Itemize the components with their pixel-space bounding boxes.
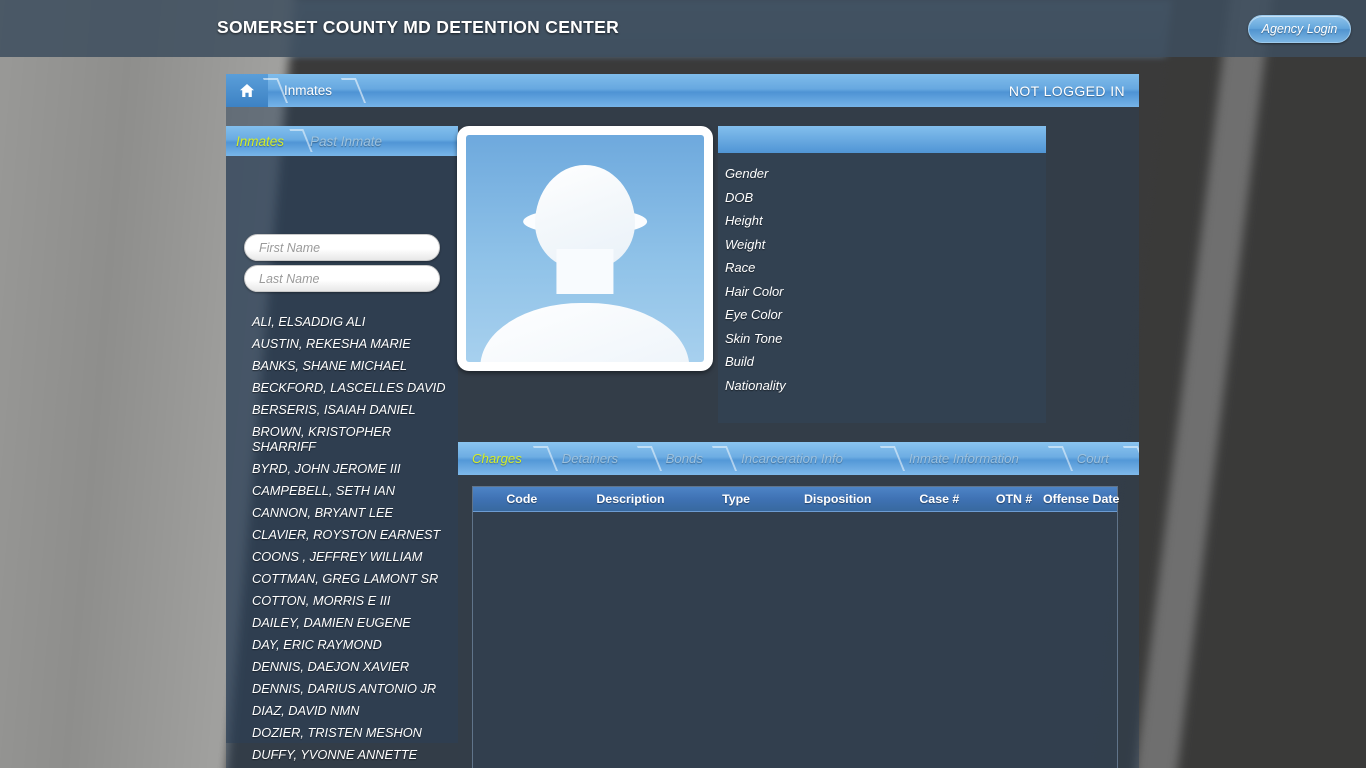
info-field-dob: DOB bbox=[725, 189, 754, 205]
agency-login-button[interactable]: Agency Login bbox=[1248, 15, 1351, 43]
breadcrumb: Inmates NOT LOGGED IN bbox=[226, 74, 1139, 107]
column-header[interactable]: Case # bbox=[894, 492, 986, 506]
column-header[interactable]: Description bbox=[571, 492, 691, 506]
tab-chevron-icon bbox=[636, 446, 662, 471]
list-item[interactable]: BECKFORD, LASCELLES DAVID bbox=[226, 376, 458, 398]
list-item[interactable]: AUSTIN, REKESHA MARIE bbox=[226, 332, 458, 354]
tab-past-inmate[interactable]: Past Inmate bbox=[310, 126, 382, 156]
list-item[interactable]: DAILEY, DAMIEN EUGENE bbox=[226, 611, 458, 633]
list-item[interactable]: COTTMAN, GREG LAMONT SR bbox=[226, 567, 458, 589]
info-field-hair-color: Hair Color bbox=[725, 283, 784, 299]
info-field-nationality: Nationality bbox=[725, 377, 786, 393]
main-content-panel: Inmates NOT LOGGED IN Inmates Past Inmat… bbox=[226, 74, 1139, 768]
avatar-neck bbox=[556, 248, 614, 294]
charges-table-body bbox=[473, 512, 1117, 768]
default-avatar-silhouette-icon bbox=[466, 135, 704, 362]
inmate-sidebar: Inmates Past Inmate ALI, ELSADDIG ALIAUS… bbox=[226, 126, 458, 762]
column-header[interactable]: OTN # bbox=[985, 492, 1043, 506]
list-item[interactable]: CLAVIER, ROYSTON EARNEST bbox=[226, 523, 458, 545]
page-header: SOMERSET COUNTY MD DETENTION CENTER Agen… bbox=[0, 0, 1366, 57]
login-status-text: NOT LOGGED IN bbox=[1008, 82, 1125, 99]
column-header[interactable]: Offense Date bbox=[1043, 492, 1119, 506]
info-field-gender: Gender bbox=[725, 166, 769, 181]
info-field-build: Build bbox=[725, 354, 754, 369]
detail-tab-bar: Charges Detainers Bonds Incarceration Info I… bbox=[458, 442, 1139, 475]
list-item[interactable]: COONS , JEFFREY WILLIAM bbox=[226, 545, 458, 567]
tab-chevron-icon bbox=[532, 446, 558, 471]
list-item[interactable]: BERSERIS, ISAIAH DANIEL bbox=[226, 398, 458, 420]
tab-chevron-icon bbox=[1123, 446, 1139, 471]
list-item[interactable]: DENNIS, DAEJON XAVIER bbox=[226, 655, 458, 677]
column-header[interactable]: Code bbox=[473, 492, 571, 506]
inmate-info-panel: Gender DOB Height Weight Race Hair Color Eye C… bbox=[718, 153, 1046, 423]
info-field-height: Height bbox=[725, 213, 763, 228]
tab-inmate-information[interactable]: Inmate Information bbox=[909, 442, 1019, 475]
info-field-race: Race bbox=[725, 260, 756, 275]
list-item[interactable]: CANNON, BRYANT LEE bbox=[226, 501, 458, 523]
avatar-shoulders bbox=[480, 302, 690, 362]
info-field-skin-tone: Skin Tone bbox=[725, 330, 783, 346]
info-field-weight: Weight bbox=[725, 236, 766, 252]
list-item[interactable]: DENNIS, DARIUS ANTONIO JR bbox=[226, 677, 458, 699]
first-name-input[interactable] bbox=[244, 234, 440, 261]
tab-chevron-icon bbox=[1047, 446, 1073, 471]
column-header[interactable]: Type bbox=[690, 492, 782, 506]
breadcrumb-item-inmates[interactable]: Inmates bbox=[284, 74, 332, 107]
tab-court[interactable]: Court bbox=[1077, 442, 1109, 475]
charges-table-header: Code Description Type Disposition Case # OTN … bbox=[473, 487, 1119, 512]
charges-table: Code Description Type Disposition Case # OTN … bbox=[472, 486, 1119, 768]
inmate-photo-frame bbox=[457, 126, 713, 371]
tab-inmates[interactable]: Inmates bbox=[236, 126, 284, 156]
home-icon[interactable] bbox=[226, 74, 268, 107]
list-item[interactable]: BANKS, SHANE MICHAEL bbox=[226, 354, 458, 376]
inmate-info-fields: Gender DOB Height Weight Race Hair Color Eye C… bbox=[725, 162, 786, 397]
list-item[interactable]: ALI, ELSADDIG ALI bbox=[226, 310, 458, 332]
info-panel-header-strip bbox=[718, 126, 1046, 153]
list-item[interactable]: BYRD, JOHN JEROME III bbox=[226, 457, 458, 479]
tab-bonds[interactable]: Bonds bbox=[666, 442, 703, 475]
tab-detainers[interactable]: Detainers bbox=[562, 442, 618, 475]
tab-chevron-icon bbox=[879, 446, 905, 471]
list-item[interactable]: COTTON, MORRIS E III bbox=[226, 589, 458, 611]
tab-charges[interactable]: Charges bbox=[472, 442, 522, 475]
sidebar-tab-bar: Inmates Past Inmate bbox=[226, 126, 458, 156]
last-name-input[interactable] bbox=[244, 265, 440, 292]
list-item[interactable]: DIAZ, DAVID NMN bbox=[226, 699, 458, 721]
inmate-list[interactable]: ALI, ELSADDIG ALI AUSTIN, REKESHA MARIE BA… bbox=[226, 310, 458, 765]
column-header[interactable]: Disposition bbox=[782, 492, 894, 506]
list-item[interactable]: BROWN, KRISTOPHER SHARRIFF bbox=[226, 420, 458, 457]
list-item[interactable]: DOZIER, TRISTEN MESHON bbox=[226, 721, 458, 743]
list-item[interactable]: DUFFY, YVONNE ANNETTE bbox=[226, 743, 458, 765]
breadcrumb-chevron-icon bbox=[340, 78, 367, 103]
tab-chevron-icon bbox=[712, 446, 738, 471]
info-field-eye-color: Eye Color bbox=[725, 307, 783, 322]
page-title: SOMERSET COUNTY MD DETENTION CENTER bbox=[217, 17, 620, 37]
list-item[interactable]: DAY, ERIC RAYMOND bbox=[226, 633, 458, 655]
tab-incarceration-info[interactable]: Incarceration Info bbox=[741, 442, 843, 475]
list-item[interactable]: CAMPEBELL, SETH IAN bbox=[226, 479, 458, 501]
